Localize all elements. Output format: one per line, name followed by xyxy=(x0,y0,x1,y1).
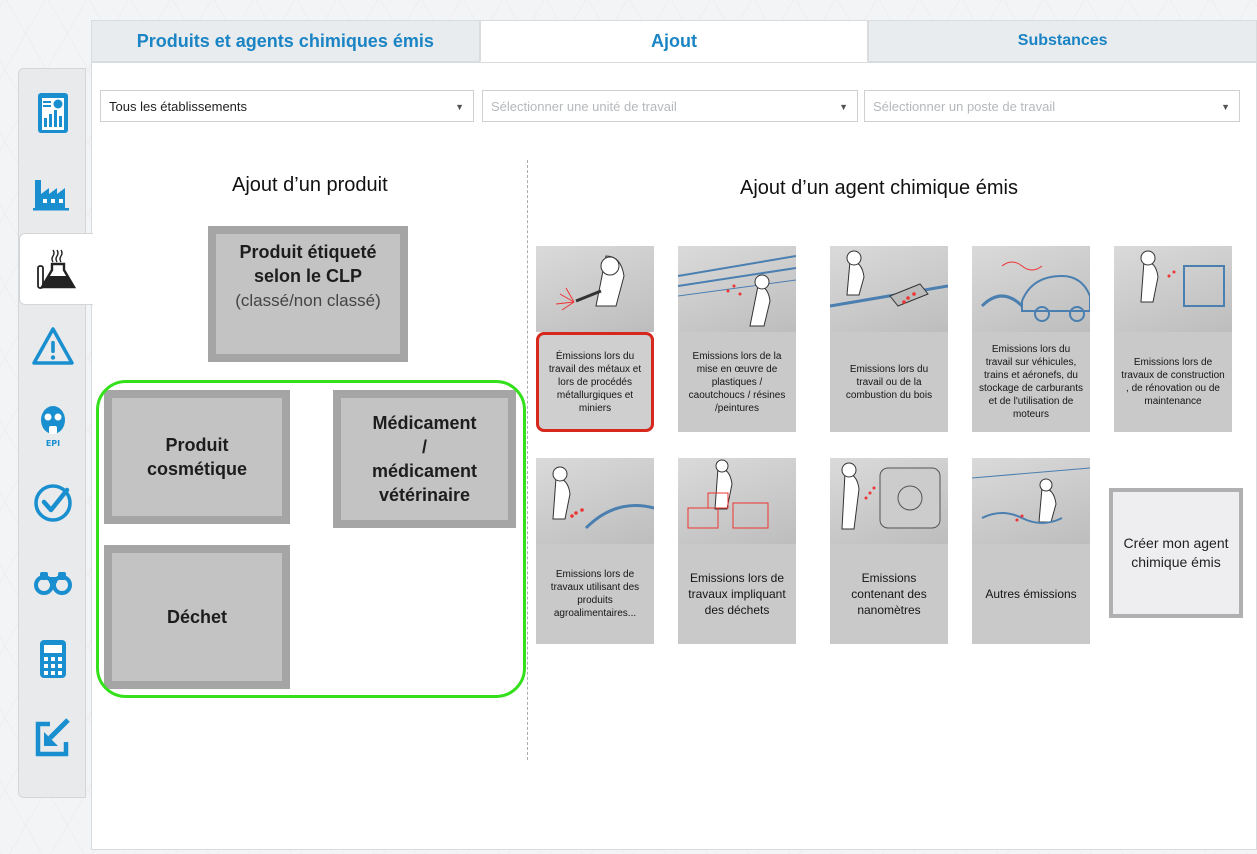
add-product-title: Ajout d’un produit xyxy=(232,174,388,196)
dashboard-report-icon xyxy=(38,93,68,133)
epi-caption: EPI xyxy=(46,439,60,448)
epi-gas-mask-icon: EPI xyxy=(41,406,65,448)
establishment-select-value: Tous les établissements xyxy=(109,98,248,114)
product-clp-button[interactable]: Produit étiqueté selon le CLP (classé/no… xyxy=(208,226,408,362)
emission-card-waste-label: Emissions lors de travaux impliquant des… xyxy=(678,544,796,644)
plastics-illustration xyxy=(678,246,796,332)
factory-icon xyxy=(33,180,69,211)
construction-illustration xyxy=(1114,246,1232,332)
emission-card-waste[interactable]: Emissions lors de travaux impliquant des… xyxy=(678,458,796,654)
emission-card-construction[interactable]: Emissions lors de travaux de constructio… xyxy=(1114,246,1232,442)
establishment-select[interactable]: Tous les établissements ▼ xyxy=(100,90,474,122)
export-icon xyxy=(35,718,70,757)
sidebar-item-export[interactable] xyxy=(19,701,87,773)
chevron-down-icon: ▼ xyxy=(839,102,848,112)
product-clp-sublabel: (classé/non classé) xyxy=(235,291,381,310)
create-agent-label: Créer mon agent chimique émis xyxy=(1123,535,1229,570)
sidebar-item-dashboard[interactable] xyxy=(19,77,87,149)
emission-card-other-label: Autres émissions xyxy=(972,544,1090,644)
chemical-flask-icon xyxy=(36,249,76,289)
calculator-icon xyxy=(40,640,66,678)
chevron-down-icon: ▼ xyxy=(455,102,464,112)
welding-illustration xyxy=(536,246,654,332)
create-agent-button[interactable]: Créer mon agent chimique émis xyxy=(1109,488,1243,618)
section-divider xyxy=(527,160,528,760)
check-icon xyxy=(34,484,72,522)
work-unit-select[interactable]: Sélectionner une unité de travail ▼ xyxy=(482,90,858,122)
warning-icon xyxy=(32,327,74,365)
emission-card-metal[interactable]: Émissions lors du travail des métaux et … xyxy=(536,246,654,442)
emission-card-other[interactable]: Autres émissions xyxy=(972,458,1090,654)
product-medicine-label: Médicament / médicament vétérinaire xyxy=(371,413,478,505)
sidebar-item-calculator[interactable] xyxy=(19,623,87,695)
product-waste-button[interactable]: Déchet xyxy=(104,545,290,689)
sidebar-item-validation[interactable] xyxy=(19,467,87,539)
emission-card-wood[interactable]: Emissions lors du travail ou de la combu… xyxy=(830,246,948,442)
product-cosmetic-button[interactable]: Produit cosmétique xyxy=(104,390,290,524)
emission-card-plastics[interactable]: Emissions lors de la mise en œuvre de pl… xyxy=(678,246,796,442)
vehicles-illustration xyxy=(972,246,1090,332)
product-waste-label: Déchet xyxy=(166,607,228,627)
binoculars-icon xyxy=(34,572,72,595)
tab-products-agents[interactable]: Produits et agents chimiques émis xyxy=(91,20,480,62)
emission-card-nano-label: Emissions contenant des nanomètres xyxy=(830,544,948,644)
food-illustration xyxy=(536,458,654,544)
work-unit-placeholder: Sélectionner une unité de travail xyxy=(491,98,677,114)
nano-illustration xyxy=(830,458,948,544)
other-illustration xyxy=(972,458,1090,544)
emission-card-food-label: Emissions lors de travaux utilisant des … xyxy=(536,544,654,644)
wood-illustration xyxy=(830,246,948,332)
work-post-select[interactable]: Sélectionner un poste de travail ▼ xyxy=(864,90,1240,122)
sidebar: EPI xyxy=(18,68,93,798)
sidebar-item-observe[interactable] xyxy=(19,545,87,617)
emission-card-food[interactable]: Emissions lors de travaux utilisant des … xyxy=(536,458,654,654)
tab-substances[interactable]: Substances xyxy=(868,20,1257,62)
add-agent-title: Ajout d’un agent chimique émis xyxy=(740,177,1018,199)
product-clp-label: Produit étiqueté selon le CLP xyxy=(239,242,377,286)
chevron-down-icon: ▼ xyxy=(1221,102,1230,112)
tab-bar: Produits et agents chimiques émis Ajout … xyxy=(91,20,1257,62)
emission-card-vehicles[interactable]: Emissions lors du travail sur véhicules,… xyxy=(972,246,1090,442)
emission-card-nano[interactable]: Emissions contenant des nanomètres xyxy=(830,458,948,654)
product-medicine-button[interactable]: Médicament / médicament vétérinaire xyxy=(333,390,516,528)
emission-card-plastics-label: Emissions lors de la mise en œuvre de pl… xyxy=(678,332,796,432)
waste-illustration xyxy=(678,458,796,544)
sidebar-item-epi[interactable]: EPI xyxy=(19,389,87,461)
product-cosmetic-label: Produit cosmétique xyxy=(146,435,248,479)
tab-ajout[interactable]: Ajout xyxy=(479,20,869,62)
emission-card-wood-label: Emissions lors du travail ou de la combu… xyxy=(830,332,948,432)
sidebar-item-warning[interactable] xyxy=(19,311,87,383)
sidebar-item-chemicals[interactable] xyxy=(19,233,93,305)
emission-card-construction-label: Emissions lors de travaux de constructio… xyxy=(1114,332,1232,432)
emission-card-vehicles-label: Emissions lors du travail sur véhicules,… xyxy=(972,332,1090,432)
sidebar-item-factory[interactable] xyxy=(19,155,87,227)
emission-card-metal-label: Émissions lors du travail des métaux et … xyxy=(536,332,654,432)
work-post-placeholder: Sélectionner un poste de travail xyxy=(873,98,1056,114)
